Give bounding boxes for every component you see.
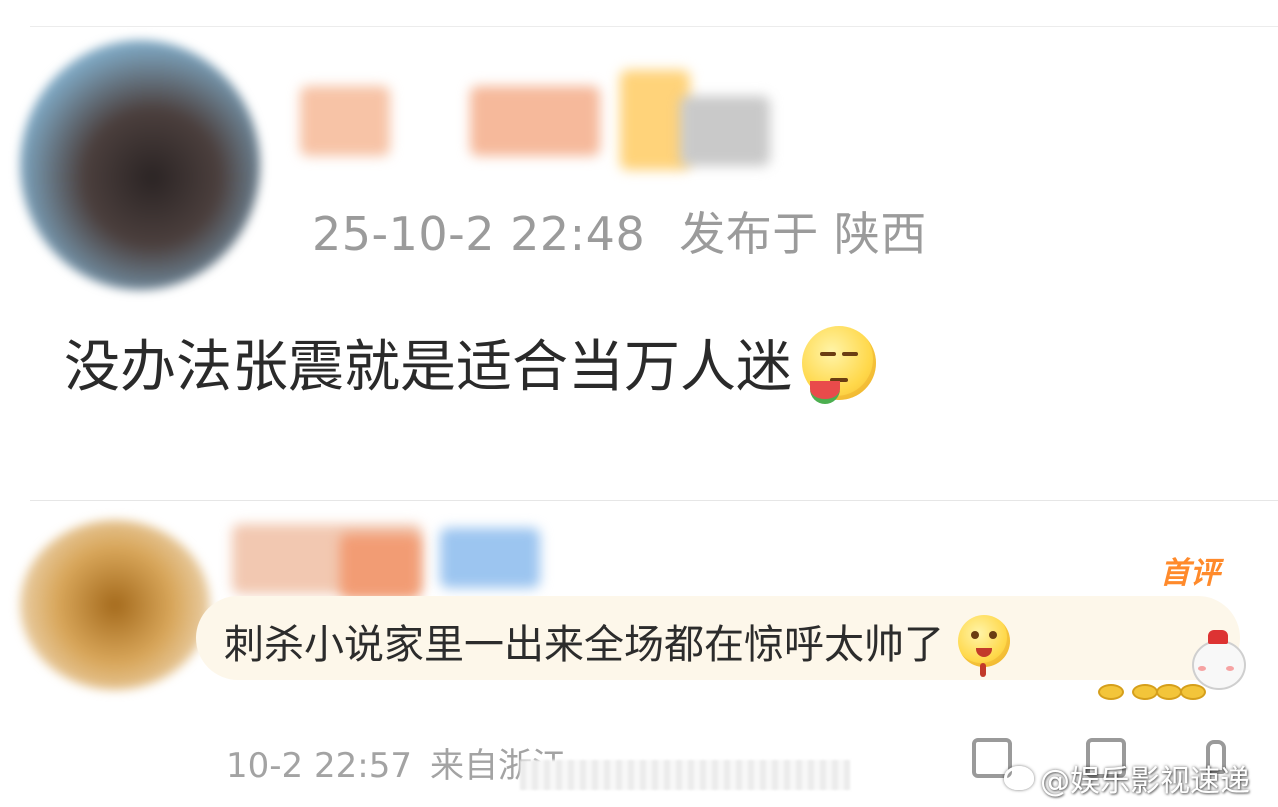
reply-text: 刺杀小说家里一出来全场都在惊呼太帅了 xyxy=(224,612,1010,677)
smug-watermelon-emoji xyxy=(802,325,876,404)
gold-coins-decoration xyxy=(1098,676,1248,700)
first-comment-badge: 首评 xyxy=(1160,556,1220,591)
post-timestamp: 25-10-2 22:48 xyxy=(312,207,646,261)
top-divider xyxy=(30,26,1278,27)
reply-avatar-blurred[interactable] xyxy=(20,520,210,690)
post-badge-blurred xyxy=(680,96,770,166)
post-location: 发布于 陕西 xyxy=(679,207,927,261)
watermark-text: @娱乐影视速递 xyxy=(1040,764,1250,799)
post-text: 没办法张震就是适合当万人迷 xyxy=(64,322,876,404)
post-username-blurred[interactable] xyxy=(300,86,390,156)
reply-timestamp: 10-2 22:57 xyxy=(226,746,412,786)
reply-username-blurred-2 xyxy=(340,534,420,598)
post-text-content: 没办法张震就是适合当万人迷 xyxy=(64,335,792,400)
watermark: @娱乐影视速递 xyxy=(1004,756,1250,800)
post-avatar-blurred[interactable] xyxy=(20,40,260,290)
drooling-emoji xyxy=(958,615,1010,677)
reply-text-content: 刺杀小说家里一出来全场都在惊呼太帅了 xyxy=(224,622,944,668)
redaction-bar xyxy=(520,760,850,790)
weibo-logo-icon xyxy=(1004,766,1034,790)
post-reply-divider xyxy=(30,500,1278,501)
post-username-blurred-2 xyxy=(470,86,600,156)
reply-badge-blurred xyxy=(440,528,540,588)
post-meta: 25-10-2 22:48 发布于 陕西 xyxy=(312,198,961,264)
